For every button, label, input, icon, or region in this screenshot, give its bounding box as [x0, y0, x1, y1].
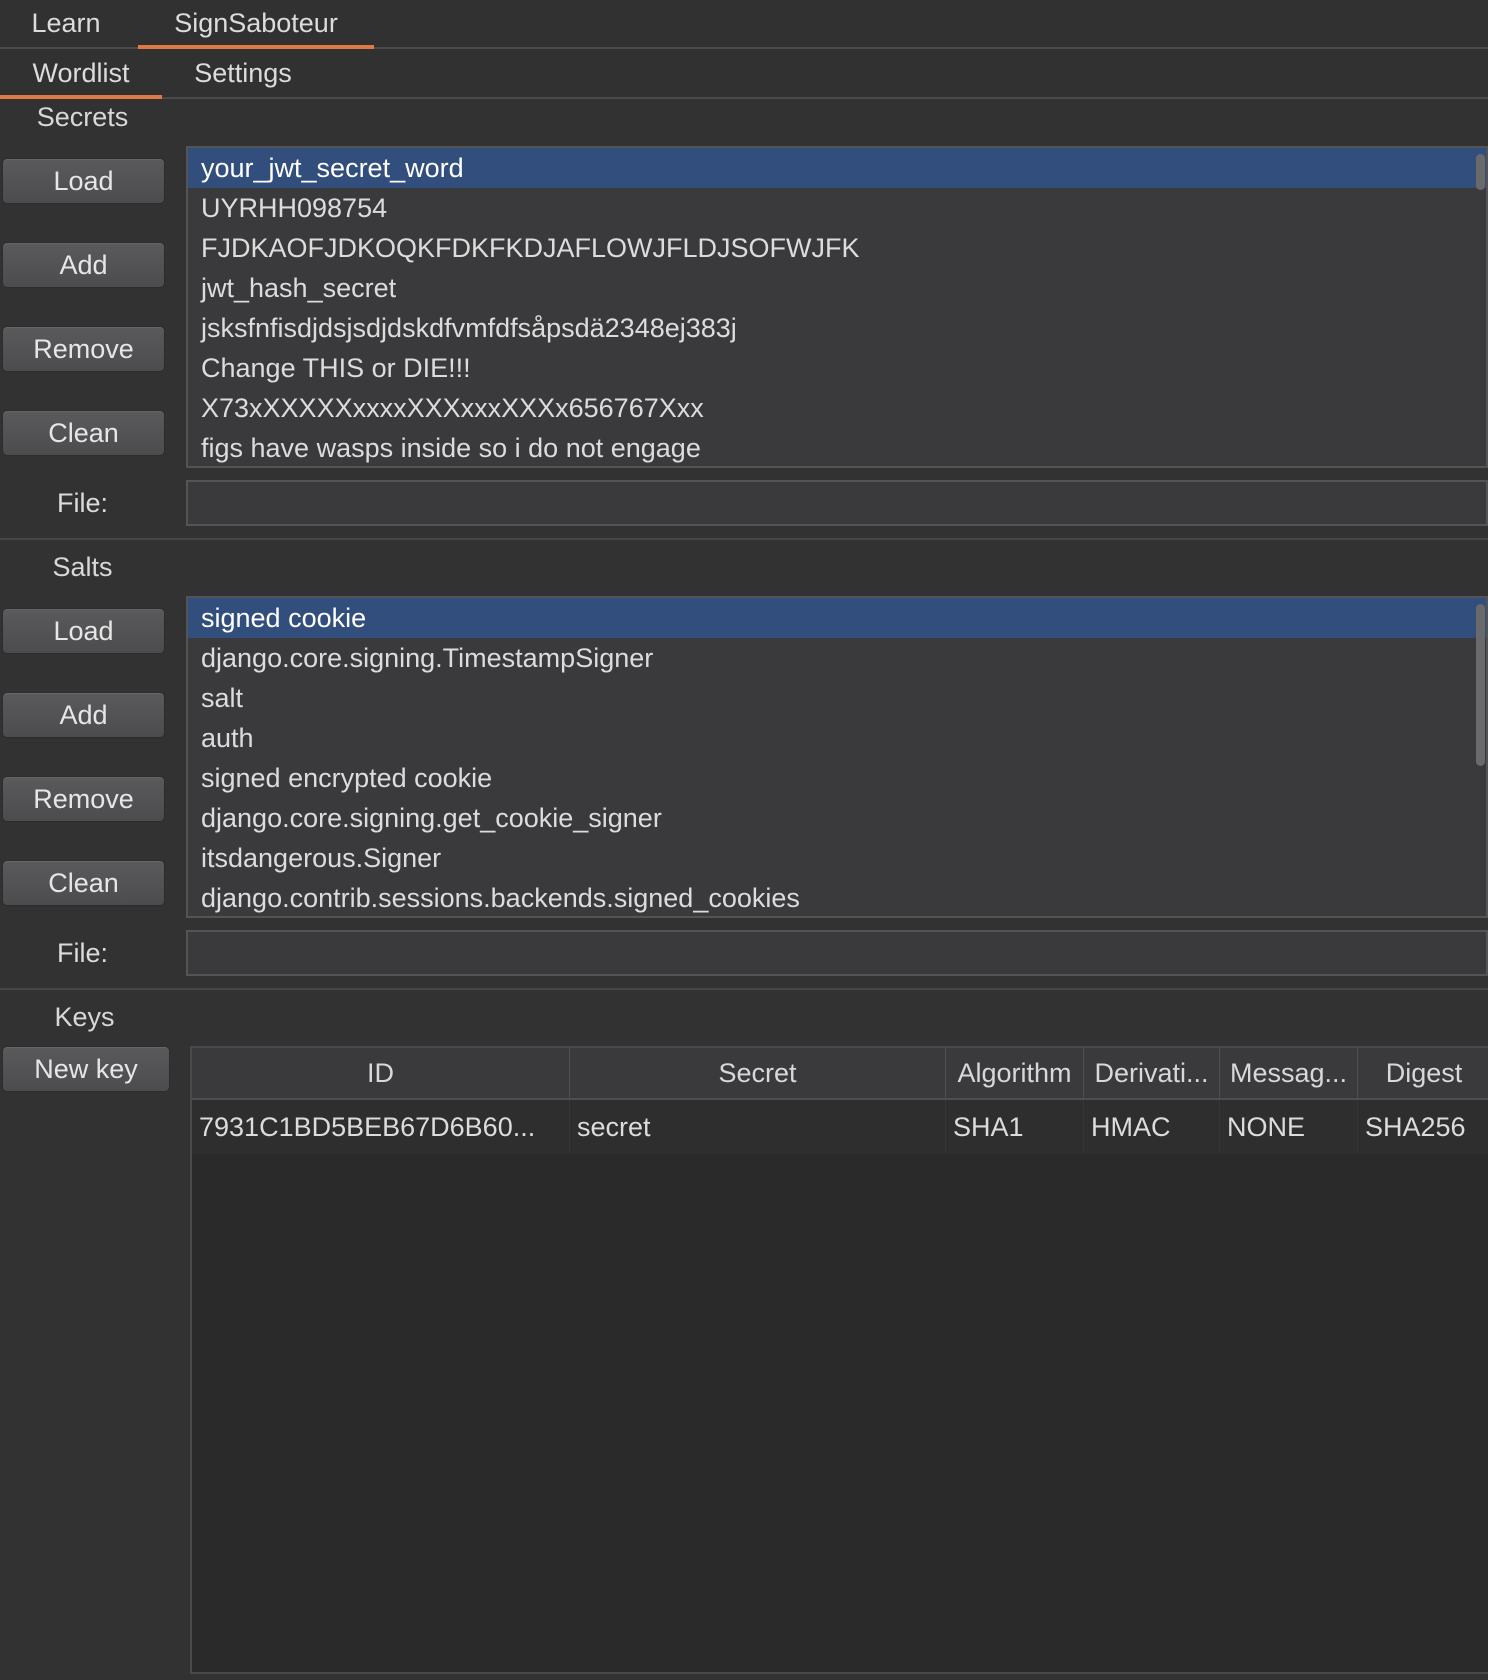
secrets-clean-button[interactable]: Clean — [2, 410, 165, 456]
cell-message: NONE — [1220, 1100, 1358, 1154]
salt-list-item[interactable]: django.core.signing.TimestampSigner — [188, 638, 1486, 678]
salt-list-item[interactable]: auth — [188, 718, 1486, 758]
secret-list-item[interactable]: your_jwt_secret_word — [188, 148, 1486, 188]
signsaboteur-app: Learn SignSaboteur Wordlist Settings Sec… — [0, 0, 1488, 1680]
salts-file-label: File: — [56, 938, 108, 968]
salt-list-item[interactable]: signed cookie — [188, 598, 1486, 638]
secrets-list[interactable]: your_jwt_secret_word UYRHH098754 FJDKAOF… — [186, 146, 1488, 468]
secrets-scroll-thumb[interactable] — [1476, 154, 1485, 190]
secret-list-item[interactable]: FJDKAOFJDKOQKFDKFKDJAFLOWJFLDJSOFWJFK — [188, 228, 1486, 268]
secret-list-item[interactable]: UYRHH098754 — [188, 188, 1486, 228]
secrets-file-field[interactable] — [186, 480, 1488, 526]
column-header-secret[interactable]: Secret — [570, 1048, 946, 1098]
column-header-digest[interactable]: Digest — [1358, 1048, 1488, 1098]
cell-algorithm: SHA1 — [946, 1100, 1084, 1154]
salt-list-item[interactable]: signed encrypted cookie — [188, 758, 1486, 798]
salts-remove-button[interactable]: Remove — [2, 776, 165, 822]
tab-learn[interactable]: Learn — [0, 0, 132, 47]
salts-clean-button[interactable]: Clean — [2, 860, 165, 906]
salt-list-item[interactable]: django.core.signing.get_cookie_signer — [188, 798, 1486, 838]
keys-table-header: ID Secret Algorithm Derivati... Messag..… — [192, 1048, 1488, 1100]
salts-scrollbar[interactable] — [1474, 602, 1486, 912]
salts-section-label: Salts — [52, 552, 113, 582]
keys-section-label: Keys — [54, 1002, 115, 1032]
tab-signsaboteur[interactable]: SignSaboteur — [138, 0, 374, 49]
column-header-algorithm[interactable]: Algorithm — [946, 1048, 1084, 1098]
secret-list-item[interactable]: jwt_hash_secret — [188, 268, 1486, 308]
sub-tab-bar: Wordlist Settings — [0, 49, 1488, 99]
table-row[interactable]: 7931C1BD5BEB67D6B60... secret SHA1 HMAC … — [192, 1100, 1488, 1154]
secrets-add-button[interactable]: Add — [2, 242, 165, 288]
secrets-remove-button[interactable]: Remove — [2, 326, 165, 372]
salts-add-button[interactable]: Add — [2, 692, 165, 738]
tab-settings[interactable]: Settings — [178, 49, 308, 97]
main-tab-bar: Learn SignSaboteur — [0, 0, 1488, 49]
secrets-load-button[interactable]: Load — [2, 158, 165, 204]
salt-list-item[interactable]: django.contrib.sessions.backends.signed_… — [188, 878, 1486, 916]
column-header-id[interactable]: ID — [192, 1048, 570, 1098]
section-divider — [0, 988, 1488, 990]
secret-list-item[interactable]: jsksfnfisdjdsjsdjdskdfvmfdfsåpsdä2348ej3… — [188, 308, 1486, 348]
secret-list-item[interactable]: Change THIS or DIE!!! — [188, 348, 1486, 388]
secret-list-item[interactable]: figs have wasps inside so i do not engag… — [188, 428, 1486, 466]
column-header-derivation[interactable]: Derivati... — [1084, 1048, 1220, 1098]
keys-table: ID Secret Algorithm Derivati... Messag..… — [190, 1046, 1488, 1674]
column-header-message[interactable]: Messag... — [1220, 1048, 1358, 1098]
salts-file-field[interactable] — [186, 930, 1488, 976]
cell-id: 7931C1BD5BEB67D6B60... — [192, 1100, 570, 1154]
cell-digest: SHA256 — [1365, 1111, 1466, 1142]
salt-list-item[interactable]: salt — [188, 678, 1486, 718]
cell-derivation: HMAC — [1084, 1100, 1220, 1154]
new-key-button[interactable]: New key — [2, 1046, 170, 1092]
secrets-section-label: Secrets — [36, 102, 129, 132]
tab-wordlist[interactable]: Wordlist — [0, 49, 162, 99]
secrets-file-label: File: — [56, 488, 108, 518]
salt-list-item[interactable]: itsdangerous.Signer — [188, 838, 1486, 878]
salts-load-button[interactable]: Load — [2, 608, 165, 654]
section-divider — [0, 538, 1488, 540]
salts-scroll-thumb[interactable] — [1476, 604, 1485, 766]
salts-list[interactable]: signed cookie django.core.signing.Timest… — [186, 596, 1488, 918]
secret-list-item[interactable]: X73xXXXXXxxxxXXXxxxXXXx656767Xxx — [188, 388, 1486, 428]
secrets-scrollbar[interactable] — [1474, 152, 1486, 462]
cell-secret: secret — [570, 1100, 946, 1154]
